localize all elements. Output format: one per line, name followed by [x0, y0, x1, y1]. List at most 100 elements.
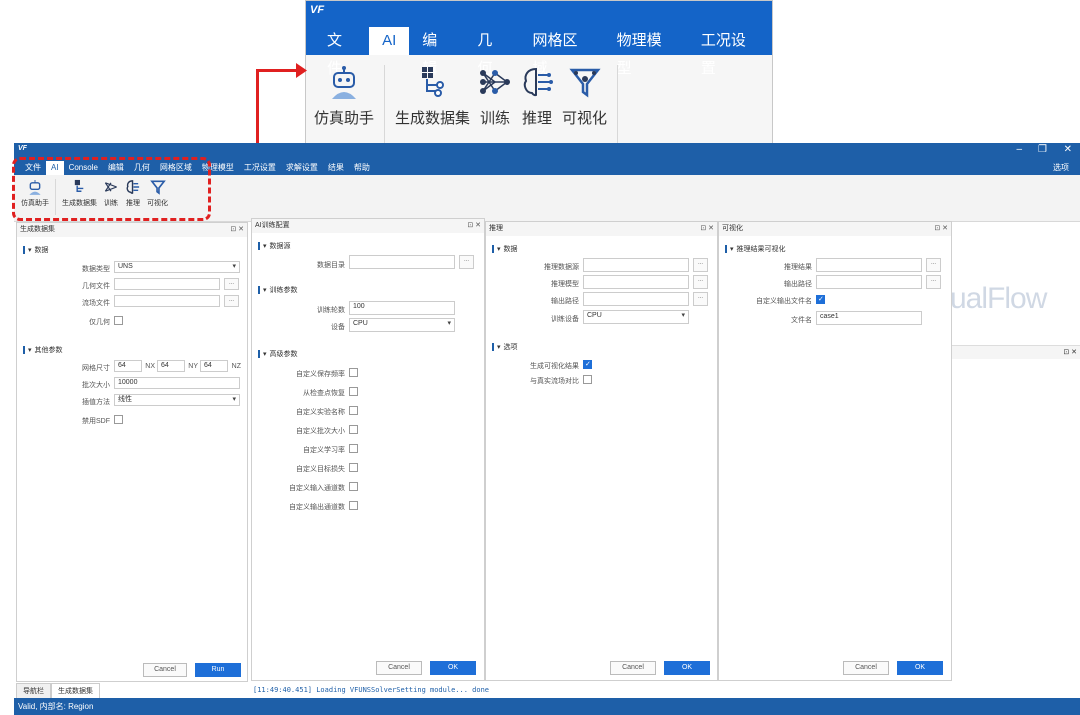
only-geo-checkbox[interactable] [114, 316, 123, 325]
data-dir-browse-button[interactable]: ... [459, 255, 474, 269]
gen-vis-label: 生成可视化结果 [530, 363, 579, 370]
options-menu[interactable]: 选项 [1048, 161, 1074, 175]
infer-results-browse-button[interactable]: ... [926, 258, 941, 272]
advanced-option-checkbox[interactable] [349, 501, 358, 510]
geo-file-input[interactable] [114, 278, 220, 290]
advanced-option-label: 自定义输出通道数 [289, 504, 345, 511]
custom-filename-label: 自定义输出文件名 [756, 298, 812, 305]
infer-panel-title: 推理 [489, 225, 503, 232]
section-datasource[interactable]: ▾ 数据源 [258, 241, 291, 251]
custom-filename-checkbox[interactable] [816, 295, 825, 304]
zoom-menu-physics[interactable]: 物理模型 [604, 27, 688, 77]
data-dir-label: 数据目录 [317, 262, 345, 269]
menu-solver[interactable]: 求解设置 [281, 161, 323, 175]
section-options[interactable]: ▾ 选项 [492, 342, 518, 352]
batch-size-input[interactable]: 10000 [114, 377, 240, 389]
section-advanced[interactable]: ▾ 高级参数 [258, 349, 298, 359]
cancel-button[interactable]: Cancel [610, 661, 656, 675]
advanced-option-checkbox[interactable] [349, 463, 358, 472]
train-panel: AI训练配置 ⊡ ✕ ▾ 数据源 数据目录 ... ▾ 训练参数 训练轮数 100… [251, 218, 485, 681]
zoom-visualize-button[interactable]: 可视化 [562, 65, 607, 151]
output-path-browse-button[interactable]: ... [926, 275, 941, 289]
advanced-option-checkbox[interactable] [349, 387, 358, 396]
infer-source-label: 推理数据源 [544, 264, 579, 271]
zoom-menu-edit[interactable]: 编辑 [409, 27, 464, 77]
zoom-separator [384, 65, 386, 151]
zoom-menu-geometry[interactable]: 几何 [464, 27, 519, 77]
menu-results[interactable]: 结果 [323, 161, 349, 175]
infer-source-input[interactable] [583, 258, 689, 272]
zoom-menu-condition[interactable]: 工况设置 [688, 27, 772, 77]
section-vis-results[interactable]: ▾ 推理结果可视化 [725, 244, 786, 254]
cancel-button[interactable]: Cancel [376, 661, 422, 675]
zoom-assistant-label: 仿真助手 [314, 110, 375, 127]
zoom-logo: VF [310, 4, 325, 16]
advanced-option-checkbox[interactable] [349, 368, 358, 377]
menu-help[interactable]: 帮助 [349, 161, 375, 175]
ok-button[interactable]: OK [664, 661, 710, 675]
device-select[interactable]: CPU [349, 318, 455, 332]
panel-controls[interactable]: ⊡ ✕ [467, 219, 481, 233]
minimize-button[interactable]: – [1016, 144, 1022, 155]
grid-nz-input[interactable]: 64 [200, 360, 228, 372]
section-training[interactable]: ▾ 训练参数 [258, 285, 298, 295]
advanced-option-checkbox[interactable] [349, 482, 358, 491]
device-label: 训练设备 [551, 316, 579, 323]
panel-controls[interactable]: ⊡ ✕ [230, 223, 244, 237]
zoom-assistant-button[interactable]: 仿真助手 [314, 65, 374, 151]
advanced-option-checkbox[interactable] [349, 425, 358, 434]
infer-source-browse-button[interactable]: ... [693, 258, 708, 272]
compare-checkbox[interactable] [583, 375, 592, 384]
infer-results-label: 推理结果 [784, 264, 812, 271]
tab-navigator[interactable]: 导航栏 [16, 683, 51, 699]
infer-model-browse-button[interactable]: ... [693, 275, 708, 289]
zoom-menu-file[interactable]: 文件 [314, 27, 369, 77]
zoom-menu-ai[interactable]: AI [369, 27, 410, 55]
zoom-infer-label: 推理 [522, 110, 553, 127]
restore-button[interactable]: ❐ [1038, 144, 1047, 155]
app-logo: VF [18, 145, 27, 152]
zoom-dataset-button[interactable]: 生成数据集 [395, 65, 470, 151]
gen-vis-checkbox[interactable] [583, 360, 592, 369]
data-dir-input[interactable] [349, 255, 455, 269]
brand-watermark: ualFlow [950, 282, 1047, 315]
section-data-label: 数据 [34, 247, 49, 254]
dataset-panel-header: 生成数据集 ⊡ ✕ [17, 223, 247, 237]
section-data[interactable]: ▾ 数据 [492, 244, 518, 254]
output-path-input[interactable] [816, 275, 922, 289]
device-select[interactable]: CPU [583, 310, 689, 324]
data-type-select[interactable]: UNS [114, 261, 240, 273]
zoom-visualize-label: 可视化 [562, 110, 608, 127]
run-button[interactable]: Run [195, 663, 241, 677]
panel-controls[interactable]: ⊡ ✕ [700, 222, 714, 236]
grid-ny-input[interactable]: 64 [157, 360, 185, 372]
output-path-browse-button[interactable]: ... [693, 292, 708, 306]
infer-results-input[interactable] [816, 258, 922, 272]
output-path-label: 输出路径 [784, 281, 812, 288]
flow-file-input[interactable] [114, 295, 220, 307]
geo-browse-button[interactable]: ... [224, 278, 239, 290]
panel-controls[interactable]: ⊡ ✕ [934, 222, 948, 236]
infer-model-input[interactable] [583, 275, 689, 289]
menu-condition[interactable]: 工况设置 [239, 161, 281, 175]
grid-nx-input[interactable]: 64 [114, 360, 142, 372]
output-path-input[interactable] [583, 292, 689, 306]
zoom-train-button[interactable]: 训练 [478, 65, 512, 151]
ok-button[interactable]: OK [897, 661, 943, 675]
disable-sdf-checkbox[interactable] [114, 415, 123, 424]
filename-input[interactable]: case1 [816, 311, 922, 325]
advanced-option-checkbox[interactable] [349, 444, 358, 453]
cancel-button[interactable]: Cancel [843, 661, 889, 675]
ok-button[interactable]: OK [430, 661, 476, 675]
zoom-infer-button[interactable]: 推理 [520, 65, 554, 151]
interp-select[interactable]: 线性 [114, 394, 240, 406]
flow-browse-button[interactable]: ... [224, 295, 239, 307]
section-data[interactable]: ▾ 数据 [23, 245, 49, 255]
cancel-button[interactable]: Cancel [143, 663, 187, 677]
epochs-input[interactable]: 100 [349, 301, 455, 315]
tab-dataset[interactable]: 生成数据集 [51, 683, 100, 699]
close-button[interactable]: ✕ [1064, 144, 1072, 155]
advanced-option-checkbox[interactable] [349, 406, 358, 415]
section-other[interactable]: ▾ 其他参数 [23, 345, 63, 355]
zoom-menu-mesh[interactable]: 网格区域 [519, 27, 603, 77]
